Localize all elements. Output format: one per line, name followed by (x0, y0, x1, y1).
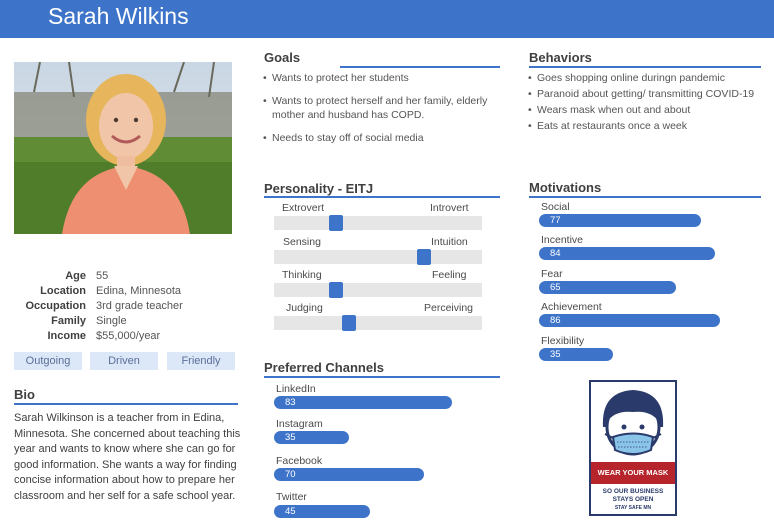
info-row-age: Age 55 (0, 269, 250, 284)
scale-thumb (329, 282, 343, 298)
motivation-bar-fear: 65 (539, 281, 676, 294)
behaviors-list: Goes shopping online duringn pandemic Pa… (528, 71, 768, 134)
info-row-location: Location Edina, Minnesota (0, 284, 250, 299)
motivation-bar-achievement: 86 (539, 314, 720, 327)
poster-subtitle-line: SO OUR BUSINESS (602, 488, 664, 495)
scale-track-thinking-feeling (274, 282, 482, 298)
demographics: Age 55 Location Edina, Minnesota Occupat… (0, 269, 250, 344)
scale-left-label: Extrovert (282, 202, 325, 214)
persona-photo (14, 62, 232, 234)
goals-list: Wants to protect her students Wants to p… (263, 71, 499, 145)
header-bar: Sarah Wilkins (0, 0, 774, 38)
bar-value: 65 (550, 282, 561, 293)
behavior-item: Wears mask when out and about (528, 103, 768, 118)
bar-value: 35 (285, 432, 296, 443)
poster-subtitle-line: STAYS OPEN (612, 496, 654, 503)
behavior-item: Eats at restaurants once a week (528, 119, 768, 134)
bar-value: 35 (550, 349, 561, 360)
motivations-title: Motivations (529, 180, 602, 195)
wear-mask-poster: WEAR YOUR MASK SO OUR BUSINESS STAYS OPE… (589, 380, 677, 516)
channels-divider (264, 376, 500, 378)
trait-driven: Driven (90, 352, 158, 370)
channel-label: Twitter (276, 491, 307, 503)
info-value: Single (96, 315, 127, 327)
info-label: Location (40, 285, 86, 297)
info-value: 55 (96, 270, 109, 282)
scale-left-label: Sensing (283, 236, 321, 248)
scale-thumb (417, 249, 431, 265)
channel-label: Instagram (276, 418, 323, 430)
info-label: Income (47, 330, 86, 342)
trait-outgoing: Outgoing (14, 352, 82, 370)
behaviors-title: Behaviors (529, 50, 592, 65)
info-label: Occupation (25, 300, 86, 312)
motivation-bar-social: 77 (539, 214, 701, 227)
bio-divider (14, 403, 238, 405)
masked-face-icon (602, 390, 664, 456)
info-row-family: Family Single (0, 314, 250, 329)
trait-friendly: Friendly (167, 352, 235, 370)
behavior-item: Goes shopping online duringn pandemic (528, 71, 768, 86)
poster-subtitle: SO OUR BUSINESS STAYS OPEN (591, 488, 675, 504)
bar-value: 45 (285, 506, 296, 517)
info-value: $55,000/year (96, 330, 161, 342)
channel-label: LinkedIn (276, 383, 316, 395)
motivations-divider (529, 196, 761, 198)
bio-text: Sarah Wilkinson is a teacher from in Edi… (14, 412, 241, 502)
motivation-label: Flexibility (541, 335, 585, 347)
bar-value: 86 (550, 315, 561, 326)
info-value: 3rd grade teacher (96, 300, 183, 312)
bar-value: 83 (285, 397, 296, 408)
scale-right-label: Intuition (431, 236, 468, 248)
info-value: Edina, Minnesota (96, 285, 181, 297)
channel-bar-facebook: 70 (274, 468, 424, 481)
scale-right-label: Feeling (432, 269, 467, 281)
motivation-label: Fear (541, 268, 563, 280)
bar-value: 84 (550, 248, 561, 259)
poster-logo: STAY SAFE MN (614, 505, 652, 511)
channel-bar-twitter: 45 (274, 505, 370, 518)
bar-value: 70 (285, 469, 296, 480)
scale-track-extrovert-introvert (274, 215, 482, 231)
goals-title: Goals (264, 50, 301, 65)
bar-value: 77 (550, 215, 561, 226)
motivation-bar-flexibility: 35 (539, 348, 613, 361)
motivation-label: Incentive (541, 234, 584, 246)
bio-title: Bio (14, 387, 35, 402)
goal-item: Wants to protect her students (263, 71, 499, 86)
scale-thumb (342, 315, 356, 331)
scale-track-sensing-intuition (274, 249, 482, 265)
motivation-bar-incentive: 84 (539, 247, 715, 260)
scale-right-label: Introvert (430, 202, 469, 214)
motivation-label: Achievement (541, 301, 602, 313)
info-row-income: Income $55,000/year (0, 329, 250, 344)
scale-left-label: Judging (286, 302, 323, 314)
info-label: Age (65, 270, 86, 282)
channel-bar-linkedin: 83 (274, 396, 452, 409)
scale-left-label: Thinking (282, 269, 322, 281)
personality-divider (264, 196, 500, 198)
scale-right-label: Perceiving (424, 302, 474, 314)
info-label: Family (51, 315, 86, 327)
poster-banner: WEAR YOUR MASK (591, 462, 675, 484)
goal-item: Needs to stay off of social media (263, 131, 499, 146)
channel-bar-instagram: 35 (274, 431, 349, 444)
personality-title: Personality - EITJ (264, 181, 374, 196)
behavior-item: Paranoid about getting/ transmitting COV… (528, 87, 768, 102)
goals-divider (340, 66, 500, 68)
goal-item: Wants to protect herself and her family,… (263, 94, 499, 123)
info-row-occupation: Occupation 3rd grade teacher (0, 299, 250, 314)
scale-track-judging-perceiving (274, 315, 482, 331)
channel-label: Facebook (276, 455, 323, 467)
scale-thumb (329, 215, 343, 231)
persona-name: Sarah Wilkins (48, 3, 189, 29)
behaviors-divider (529, 66, 761, 68)
channels-title: Preferred Channels (264, 360, 384, 375)
motivation-label: Social (541, 201, 570, 213)
